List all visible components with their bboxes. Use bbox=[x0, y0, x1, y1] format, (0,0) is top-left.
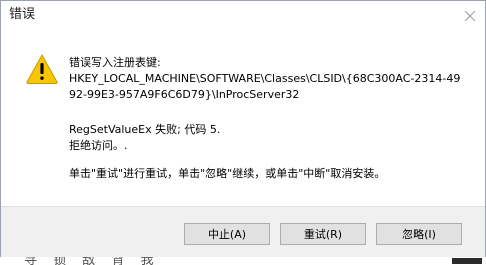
message-line: RegSetValueEx 失败; 代码 5. bbox=[69, 123, 221, 136]
dialog-content: 错误写入注册表键: HKEY_LOCAL_MACHINE\SOFTWARE\Cl… bbox=[1, 31, 485, 206]
background-window-fragment: 寻 锁 敌 背 我 bbox=[0, 257, 486, 265]
retry-button[interactable]: 重试(R) bbox=[280, 223, 366, 245]
message-line: 错误写入注册表键: bbox=[69, 56, 161, 69]
title-bar[interactable]: 错误 bbox=[1, 1, 485, 31]
close-button[interactable] bbox=[455, 1, 485, 31]
button-bar: 中止(A) 重试(R) 忽略(I) bbox=[1, 206, 485, 258]
ignore-button[interactable]: 忽略(I) bbox=[376, 223, 462, 245]
warning-triangle-icon bbox=[26, 53, 58, 84]
message-line: 92-99E3-957A9F6C6D79}\InProcServer32 bbox=[69, 88, 300, 101]
taskbar-corner bbox=[452, 258, 482, 264]
message-line: HKEY_LOCAL_MACHINE\SOFTWARE\Classes\CLSI… bbox=[69, 72, 461, 85]
instruction-line: 单击"重试"进行重试，单击"忽略"继续，或单击"中断"取消安装。 bbox=[69, 167, 386, 180]
message-line: 拒绝访问。. bbox=[69, 139, 128, 152]
error-dialog: 错误 错误写入注册表键: HKEY_LOCAL_MACHINE\SOFTWARE… bbox=[0, 0, 486, 265]
window-title: 错误 bbox=[9, 7, 36, 22]
close-icon bbox=[464, 10, 476, 22]
abort-button[interactable]: 中止(A) bbox=[184, 223, 270, 245]
background-text-fragment: 寻 锁 敌 背 我 bbox=[24, 257, 160, 265]
